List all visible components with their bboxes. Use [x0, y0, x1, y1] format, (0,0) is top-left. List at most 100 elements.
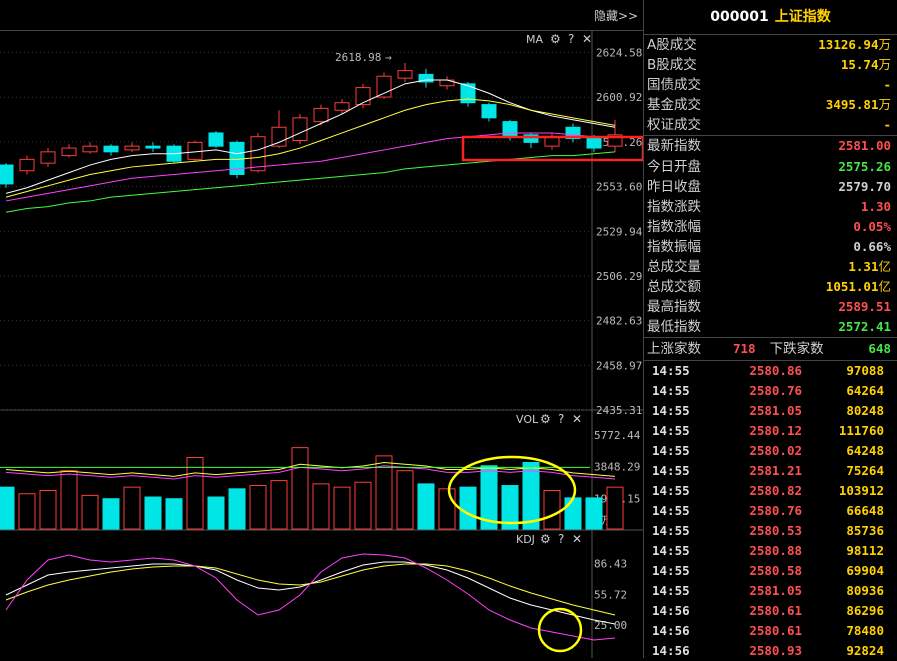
- tick-time: 14:55: [652, 543, 690, 559]
- close-icon[interactable]: ✕: [572, 412, 582, 426]
- volume-bar: [354, 481, 372, 530]
- tick-volume: 78480: [846, 623, 884, 639]
- vol-panel-title: VOL: [516, 413, 539, 426]
- volume-bar: [39, 489, 57, 530]
- tick-volume: 64264: [846, 383, 884, 399]
- stat-row: 最高指数 2589.51: [644, 297, 897, 317]
- help-icon[interactable]: ?: [558, 412, 564, 426]
- stat-row-number: 1.31: [848, 259, 879, 275]
- summary-row-label: 权证成交: [647, 117, 701, 134]
- close-icon[interactable]: ✕: [572, 532, 582, 546]
- volume-bar: [165, 498, 183, 530]
- volume-bar: [228, 488, 246, 530]
- tick-volume: 80936: [846, 583, 884, 599]
- volume-bar: [396, 470, 414, 530]
- tick-time: 14:55: [652, 383, 690, 399]
- summary-row-number: 15.74: [840, 57, 879, 73]
- tick-price: 2580.53: [749, 523, 802, 539]
- tick-row: 14:55 2580.53 85736: [644, 521, 897, 541]
- gear-icon[interactable]: ⚙: [540, 532, 551, 546]
- summary-row-value: -: [883, 75, 891, 95]
- tick-price: 2580.88: [749, 543, 802, 559]
- summary-row: 国债成交 -: [644, 75, 897, 95]
- stock-chart[interactable]: 2624.582600.922577.262553.602529.942506.…: [0, 0, 643, 658]
- up-count-label: 上涨家数: [647, 341, 701, 358]
- turnover-summary: A股成交 13126.94万 B股成交 15.74万 国债成交 - 基金成交 3495.81万…: [644, 35, 897, 135]
- candle-body: [40, 151, 56, 164]
- tick-time: 14:55: [652, 563, 690, 579]
- stat-row-number: 2579.70: [838, 178, 891, 194]
- candle-body: [124, 145, 140, 151]
- volume-bar: [207, 496, 225, 530]
- help-icon[interactable]: ?: [558, 532, 564, 546]
- volume-bar: [60, 470, 78, 530]
- chart-area[interactable]: 隐藏>> 2624.582600.922577.262553.602529.94…: [0, 0, 643, 658]
- tick-row: 14:55 2580.76 64264: [644, 381, 897, 401]
- stat-row: 指数涨跌 1.30: [644, 197, 897, 217]
- gear-icon[interactable]: ⚙: [540, 412, 551, 426]
- summary-row-number: -: [883, 117, 891, 133]
- tick-volume: 64248: [846, 443, 884, 459]
- price-axis-label: 2482.63: [596, 315, 642, 328]
- close-icon[interactable]: ✕: [582, 32, 592, 46]
- summary-row: 基金成交 3495.81万: [644, 95, 897, 115]
- stat-row-number: 1.30: [860, 198, 891, 214]
- tick-volume: 97088: [846, 363, 884, 379]
- candle-body: [502, 121, 518, 138]
- stat-row-value: 2589.51: [838, 297, 891, 317]
- volume-bar: [123, 486, 141, 530]
- stat-row-label: 昨日收盘: [647, 178, 701, 195]
- stat-row-label: 指数涨幅: [647, 218, 701, 235]
- tick-volume: 85736: [846, 523, 884, 539]
- tick-price: 2580.61: [749, 603, 802, 619]
- tick-time: 14:56: [652, 603, 690, 619]
- candle-body: [397, 70, 413, 79]
- tick-time: 14:55: [652, 503, 690, 519]
- highlight-circle: [537, 607, 583, 653]
- candle-body: [61, 147, 77, 157]
- summary-row-label: B股成交: [647, 57, 697, 74]
- stat-row-number: 2575.26: [838, 158, 891, 174]
- index-code: 000001: [710, 9, 769, 25]
- stat-row-value: 0.66%: [853, 237, 891, 257]
- tick-time: 14:55: [652, 443, 690, 459]
- stat-row: 最低指数 2572.41: [644, 317, 897, 337]
- stat-row-number: 1051.01: [825, 279, 879, 295]
- kdj-k-line: [5, 561, 616, 625]
- volume-bar: [585, 497, 603, 530]
- help-icon[interactable]: ?: [568, 32, 574, 46]
- candle-body: [586, 136, 602, 149]
- kdj-panel-title: KDJ: [516, 533, 535, 546]
- tick-price: 2580.02: [749, 443, 802, 459]
- summary-row-value: 13126.94万: [818, 35, 891, 55]
- tick-row: 14:55 2580.12 111760: [644, 421, 897, 441]
- tick-list[interactable]: 14:55 2580.86 97088 14:55 2580.76 64264 14:55 2…: [644, 361, 897, 661]
- summary-row-value: 3495.81万: [826, 95, 891, 115]
- tick-volume: 111760: [838, 423, 884, 439]
- tick-volume: 80248: [846, 403, 884, 419]
- tick-price: 2580.93: [749, 643, 802, 659]
- candle-body: [0, 164, 14, 185]
- tick-row: 14:55 2580.76 66648: [644, 501, 897, 521]
- volume-axis-label: 5772.44: [594, 429, 641, 442]
- summary-row: B股成交 15.74万: [644, 55, 897, 75]
- volume-bar: [291, 447, 309, 530]
- summary-row-number: 13126.94: [818, 37, 879, 52]
- main-panel-title: MA: [526, 33, 543, 46]
- price-axis-label: 2600.92: [596, 91, 642, 104]
- summary-row: 权证成交 -: [644, 115, 897, 135]
- gear-icon[interactable]: ⚙: [550, 32, 561, 46]
- kdj-d-line: [5, 563, 616, 616]
- stat-row-label: 最新指数: [647, 138, 701, 155]
- high-marker: 2618.98: [335, 51, 381, 64]
- tick-time: 14:55: [652, 463, 690, 479]
- summary-row-unit: 万: [878, 37, 891, 52]
- tick-row: 14:55 2580.86 97088: [644, 361, 897, 381]
- tick-time: 14:55: [652, 483, 690, 499]
- tick-time: 14:55: [652, 583, 690, 599]
- tick-row: 14:55 2580.58 69904: [644, 561, 897, 581]
- price-axis-label: 2506.29: [596, 270, 642, 283]
- volume-bar: [606, 486, 624, 530]
- volume-bar: [18, 493, 36, 530]
- stat-row-value: 1.30: [861, 197, 891, 217]
